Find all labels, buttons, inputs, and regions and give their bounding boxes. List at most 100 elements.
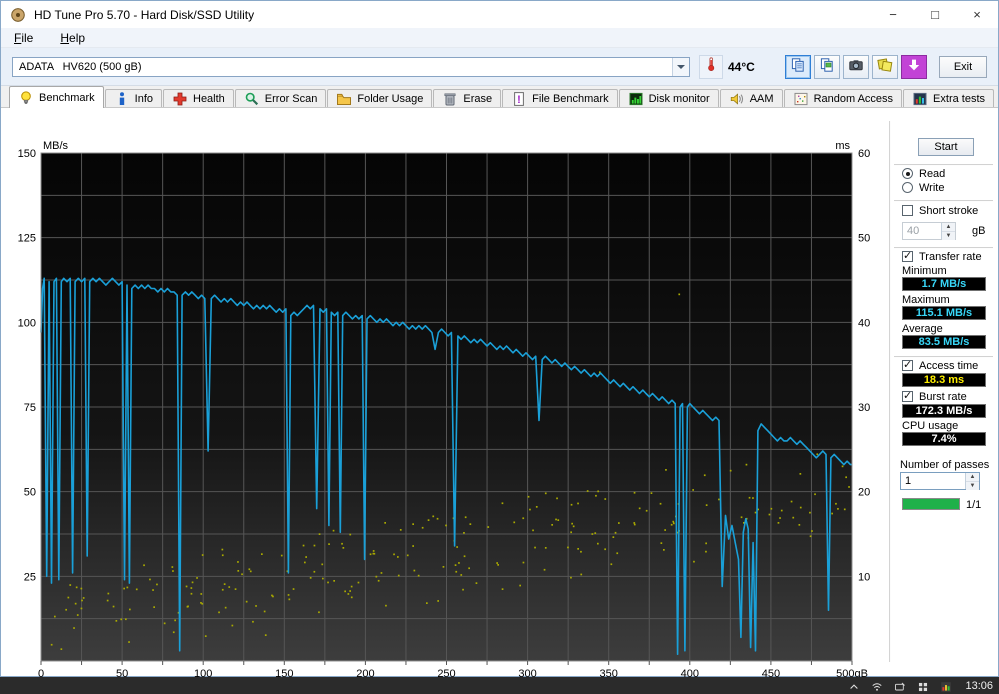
windows-taskbar: 13:06	[0, 677, 999, 694]
random-access-icon	[793, 91, 809, 107]
tab-aam[interactable]: AAM	[719, 89, 783, 108]
window-title: HD Tune Pro 5.70 - Hard Disk/SSD Utility	[34, 7, 255, 22]
stepper-arrows[interactable]: ▲ ▼	[965, 473, 979, 490]
taskbar-clock[interactable]: 13:06	[963, 680, 993, 692]
benchmark-chart: MB/s ms1501251007550256050403020100 50 100 1…	[18, 140, 871, 679]
start-button[interactable]: Start	[918, 138, 974, 156]
temperature-value: 44°C	[728, 59, 755, 74]
hdtune-tray-icon[interactable]	[940, 680, 952, 692]
passes-label: Number of passes	[900, 459, 990, 471]
stepper-up-icon[interactable]: ▲	[966, 473, 979, 482]
menu-file[interactable]: File	[10, 30, 37, 46]
short-stroke-unit: gB	[972, 225, 986, 237]
average-label: Average	[902, 323, 943, 335]
pass-progress-text: 1/1	[966, 499, 982, 511]
tab-file-benchmark[interactable]: ! File Benchmark	[502, 89, 618, 108]
thermometer-icon-button[interactable]	[699, 54, 723, 79]
passes-value: 1	[905, 475, 912, 487]
close-button[interactable]: ×	[956, 1, 998, 28]
tab-label: Extra tests	[933, 93, 986, 105]
save-results-button[interactable]	[871, 54, 898, 79]
read-label: Read	[919, 168, 946, 180]
tab-health[interactable]: Health	[163, 89, 234, 108]
tab-label: Folder Usage	[357, 93, 424, 105]
menu-help[interactable]: Help	[56, 30, 89, 46]
tab-folder-usage[interactable]: Folder Usage	[327, 89, 433, 108]
drive-select-dropdown[interactable]	[672, 57, 689, 76]
exit-button[interactable]: Exit	[939, 55, 987, 78]
app-icon	[10, 7, 26, 23]
transfer-rate-checkbox[interactable]	[902, 249, 913, 262]
touch-device-icon[interactable]	[894, 680, 906, 692]
title-bar: HD Tune Pro 5.70 - Hard Disk/SSD Utility…	[1, 1, 998, 28]
maximum-value: 115.1 MB/s	[902, 306, 986, 320]
short-stroke-checkbox[interactable]	[902, 205, 913, 216]
benchmark-icon	[18, 90, 34, 106]
tab-erase[interactable]: Erase	[433, 89, 502, 108]
tray-grid-icon[interactable]	[917, 680, 929, 692]
extra-tests-icon	[912, 91, 928, 107]
write-radio[interactable]	[902, 182, 913, 193]
x-tick-marks	[40, 661, 853, 665]
stepper-arrows[interactable]: ▲ ▼	[941, 223, 955, 240]
tab-extra-tests[interactable]: Extra tests	[903, 89, 995, 108]
transfer-rate-row[interactable]: Transfer rate	[902, 249, 982, 263]
copy-text-button[interactable]	[784, 54, 811, 79]
save-screenshot-button[interactable]	[900, 54, 927, 79]
hidden-icons-chevron-icon[interactable]	[848, 680, 860, 692]
access-time-label: Access time	[919, 360, 979, 372]
drive-select-value: ADATA HV620 (500 gB)	[19, 60, 142, 73]
short-stroke-row[interactable]: Short stroke	[902, 205, 978, 217]
tab-disk-monitor[interactable]: Disk monitor	[618, 89, 719, 108]
tab-benchmark[interactable]: Benchmark	[9, 86, 104, 108]
stepper-down-icon[interactable]: ▼	[966, 482, 979, 490]
benchmark-control-panel: Start Read Write Short stroke 40 ▲▼ gB	[894, 109, 998, 676]
svg-text:150: 150	[18, 148, 36, 160]
tab-error-scan[interactable]: Error Scan	[234, 89, 327, 108]
maximize-button[interactable]: □	[914, 1, 956, 28]
save-disks-icon	[877, 57, 893, 76]
benchmark-page: MB/s ms 150 125 100 75 50 25 60 50 40 30 20 10 0 50 100 1…	[1, 109, 998, 679]
burst-rate-checkbox[interactable]	[902, 389, 913, 402]
grid	[41, 153, 852, 661]
copy-pages-icon	[790, 57, 806, 76]
tab-random-access[interactable]: Random Access	[783, 89, 903, 108]
burst-rate-row[interactable]: Burst rate	[902, 389, 967, 403]
thermometer-icon	[703, 56, 719, 77]
y-right-axis-title: ms	[835, 140, 850, 152]
average-value: 83.5 MB/s	[902, 335, 986, 349]
cpu-usage-value: 7.4%	[902, 432, 986, 446]
camera-icon	[848, 57, 864, 76]
stepper-down-icon[interactable]: ▼	[942, 232, 955, 240]
minimize-button[interactable]: −	[872, 1, 914, 28]
separator	[894, 164, 993, 166]
svg-text:50: 50	[858, 233, 870, 245]
svg-text:125: 125	[18, 233, 36, 245]
temperature-indicator: 44°C	[699, 54, 755, 79]
drive-select[interactable]: ADATA HV620 (500 gB)	[12, 56, 690, 77]
tab-label: Info	[134, 93, 153, 105]
folder-usage-icon	[336, 91, 352, 107]
read-radio[interactable]	[902, 168, 913, 179]
pass-progress-bar	[902, 498, 960, 510]
svg-text:30: 30	[858, 402, 870, 414]
access-time-row[interactable]: Access time	[902, 358, 979, 372]
copy-image-icon	[819, 57, 835, 76]
write-radio-row[interactable]: Write	[902, 182, 944, 194]
screenshot-button[interactable]	[842, 54, 869, 79]
tab-label: Random Access	[813, 93, 894, 105]
tab-bar: Benchmark Info Health Error Scan Folder Usag…	[1, 86, 998, 108]
network-icon[interactable]	[871, 680, 883, 692]
tab-info[interactable]: Info	[104, 89, 162, 108]
stepper-up-icon[interactable]: ▲	[942, 223, 955, 232]
passes-stepper[interactable]: 1 ▲ ▼	[900, 472, 980, 490]
access-time-checkbox[interactable]	[902, 358, 913, 371]
toolbar: ADATA HV620 (500 gB) 44°C Exit	[1, 48, 998, 86]
maximum-label: Maximum	[902, 294, 950, 306]
read-radio-row[interactable]: Read	[902, 168, 945, 180]
hdtune-window: HD Tune Pro 5.70 - Hard Disk/SSD Utility…	[0, 0, 999, 679]
svg-text:!: !	[517, 94, 521, 106]
short-stroke-stepper[interactable]: 40 ▲ ▼	[902, 222, 956, 240]
burst-rate-label: Burst rate	[919, 391, 967, 403]
copy-image-button[interactable]	[813, 54, 840, 79]
